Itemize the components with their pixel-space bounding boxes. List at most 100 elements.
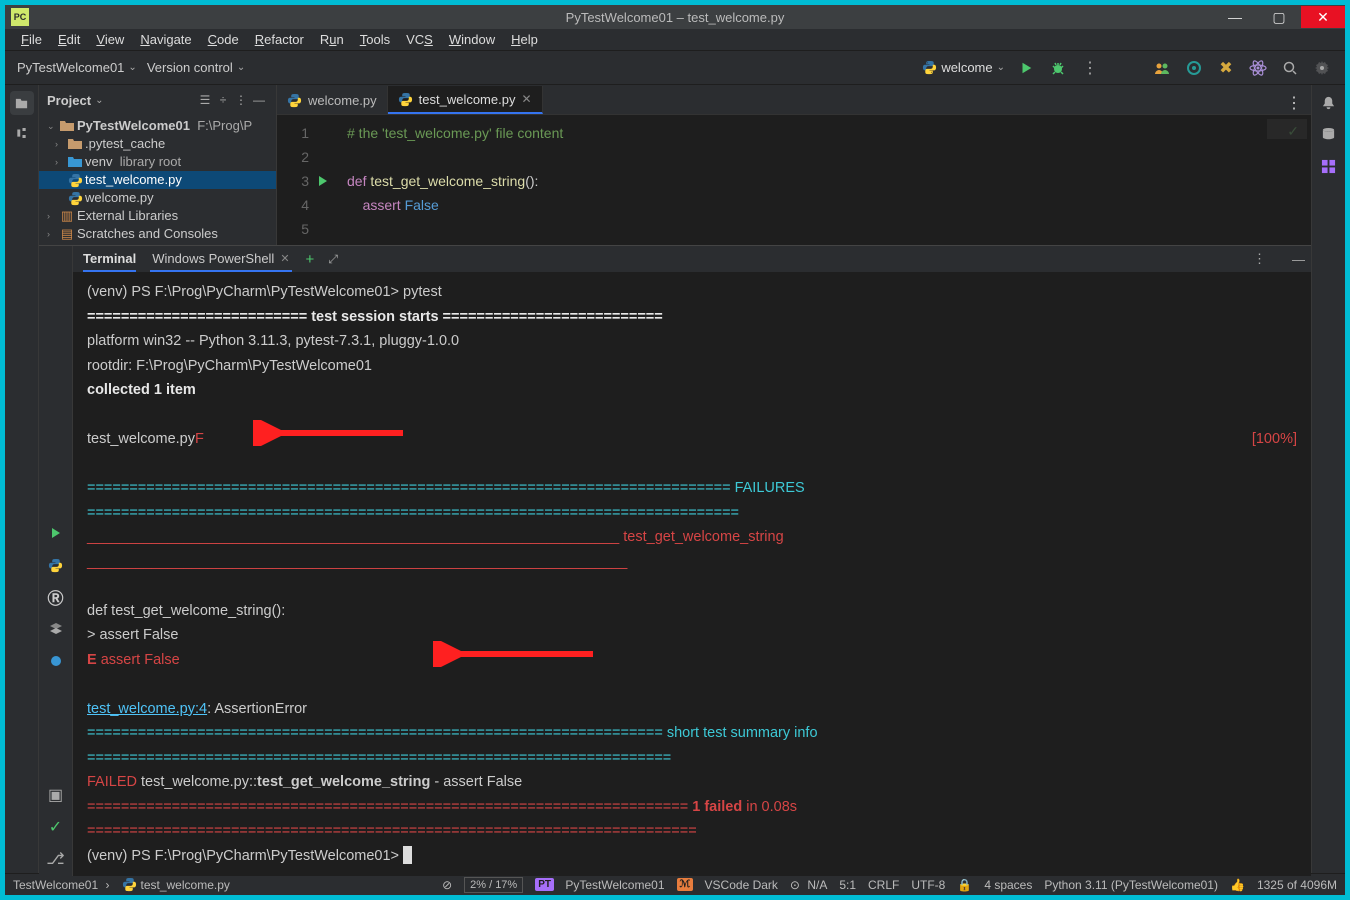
menu-vcs[interactable]: VCS bbox=[400, 30, 439, 49]
teal-circle-icon[interactable] bbox=[1183, 57, 1205, 79]
grid-icon[interactable] bbox=[1318, 155, 1340, 177]
status-indent[interactable]: 4 spaces bbox=[984, 878, 1032, 892]
vcs-dropdown[interactable]: Version control⌄ bbox=[147, 60, 245, 75]
maximize-button[interactable]: ▢ bbox=[1257, 6, 1301, 28]
menu-refactor[interactable]: Refactor bbox=[249, 30, 310, 49]
tree-root-label: PyTestWelcome01 bbox=[77, 118, 190, 133]
code-with-me-icon[interactable] bbox=[1151, 57, 1173, 79]
database-icon[interactable] bbox=[1318, 123, 1340, 145]
panel-options-icon[interactable]: ⋮ bbox=[232, 93, 250, 107]
layers-icon[interactable] bbox=[45, 618, 67, 640]
status-eol[interactable]: CRLF bbox=[868, 878, 899, 892]
folder-lib-icon bbox=[67, 156, 83, 168]
tree-item[interactable]: › .pytest_cache bbox=[39, 135, 276, 153]
run-button[interactable] bbox=[1015, 57, 1037, 79]
status-encoding[interactable]: UTF-8 bbox=[911, 878, 945, 892]
editor-tab-label: test_welcome.py bbox=[419, 92, 516, 107]
editor-tabs-more[interactable]: ⋮ bbox=[1283, 92, 1305, 114]
hide-terminal-icon[interactable]: — bbox=[1286, 252, 1311, 267]
tree-item-selected[interactable]: test_welcome.py bbox=[39, 171, 276, 189]
menu-help[interactable]: Help bbox=[505, 30, 544, 49]
tree-item-label: Scratches and Consoles bbox=[77, 225, 218, 243]
minimize-button[interactable]: ― bbox=[1213, 6, 1257, 28]
terminal-options-icon[interactable]: ⋮ bbox=[1247, 251, 1272, 267]
breadcrumb-project[interactable]: TestWelcome01 › bbox=[13, 878, 110, 892]
chevron-down-icon: ⌄ bbox=[128, 62, 136, 73]
run-config-dropdown[interactable]: welcome⌄ bbox=[922, 60, 1005, 75]
menu-window[interactable]: Window bbox=[443, 30, 501, 49]
menu-run[interactable]: Run bbox=[314, 30, 350, 49]
settings-icon[interactable] bbox=[1311, 57, 1333, 79]
chevron-down-icon: ⌄ bbox=[997, 62, 1005, 73]
run-gutter bbox=[317, 115, 339, 245]
tools-icon[interactable]: ✖ bbox=[1215, 57, 1237, 79]
python-console-icon[interactable] bbox=[45, 554, 67, 576]
tree-scratches[interactable]: › ▤ Scratches and Consoles bbox=[39, 225, 276, 243]
menu-tools[interactable]: Tools bbox=[354, 30, 396, 49]
menu-edit[interactable]: Edit bbox=[52, 30, 86, 49]
hide-panel-icon[interactable]: — bbox=[250, 93, 268, 107]
blue-circle-icon[interactable] bbox=[45, 650, 67, 672]
tree-item[interactable]: › venv library root bbox=[39, 153, 276, 171]
window-title: PyTestWelcome01 – test_welcome.py bbox=[566, 10, 785, 25]
chevron-down-icon[interactable]: ⌄ bbox=[95, 95, 103, 106]
chevron-right-icon: › bbox=[47, 225, 59, 243]
status-no-issues-icon[interactable]: ⊘ bbox=[442, 878, 452, 892]
project-tool-button[interactable] bbox=[10, 91, 34, 115]
status-thumb-icon[interactable]: 👍 bbox=[1230, 878, 1245, 892]
expand-all-icon[interactable]: ÷ bbox=[214, 93, 232, 107]
terminal-panel: Ⓡ ▣ ✓ ⎇ Terminal Windows PowerShell ✕ bbox=[39, 245, 1311, 876]
expand-terminal-icon[interactable]: ⤢ bbox=[328, 252, 338, 267]
status-na[interactable]: ⊙ N/A bbox=[790, 878, 827, 892]
more-button[interactable]: ⋮ bbox=[1079, 57, 1101, 79]
r-icon[interactable]: Ⓡ bbox=[45, 586, 67, 608]
breadcrumb-file[interactable]: test_welcome.py bbox=[122, 877, 230, 892]
tree-item-label: test_welcome.py bbox=[85, 171, 182, 189]
terminal-tab-title[interactable]: Terminal bbox=[83, 247, 136, 272]
tree-item[interactable]: welcome.py bbox=[39, 189, 276, 207]
python-file-icon bbox=[67, 173, 83, 188]
editor-tab[interactable]: welcome.py bbox=[277, 86, 388, 114]
structure-tool-button[interactable]: ⑆ bbox=[10, 121, 34, 145]
project-dropdown[interactable]: PyTestWelcome01⌄ bbox=[17, 60, 137, 75]
tree-root[interactable]: ⌄ PyTestWelcome01 F:\Prog\P bbox=[39, 117, 276, 135]
atom-icon[interactable] bbox=[1247, 57, 1269, 79]
select-opened-file-icon[interactable]: ☰ bbox=[196, 93, 214, 107]
editor-tab-active[interactable]: test_welcome.py ✕ bbox=[388, 86, 543, 114]
status-progress[interactable]: 2% / 17% bbox=[464, 877, 523, 893]
terminal-output[interactable]: (venv) PS F:\Prog\PyCharm\PyTestWelcome0… bbox=[73, 272, 1311, 876]
status-readonly-icon[interactable]: 🔒 bbox=[957, 878, 972, 892]
status-memory[interactable]: 1325 of 4096M bbox=[1257, 878, 1337, 892]
menu-view[interactable]: View bbox=[90, 30, 130, 49]
new-terminal-icon[interactable]: + bbox=[306, 251, 315, 268]
tree-external-libs[interactable]: › ▥ External Libraries bbox=[39, 207, 276, 225]
left-tool-strip: ⑆ bbox=[5, 85, 39, 873]
status-position[interactable]: 5:1 bbox=[839, 878, 856, 892]
close-button[interactable]: ✕ bbox=[1301, 6, 1345, 28]
chevron-right-icon: › bbox=[47, 207, 59, 225]
app-icon: PC bbox=[11, 8, 29, 26]
menu-code[interactable]: Code bbox=[202, 30, 245, 49]
notifications-icon[interactable] bbox=[1318, 91, 1340, 113]
terminal-icon[interactable]: ▣ bbox=[45, 784, 67, 806]
titlebar: PC PyTestWelcome01 – test_welcome.py ― ▢… bbox=[5, 5, 1345, 29]
close-shell-icon[interactable]: ✕ bbox=[280, 252, 289, 265]
run-tool-icon[interactable] bbox=[45, 522, 67, 544]
close-tab-icon[interactable]: ✕ bbox=[521, 92, 531, 106]
menu-navigate[interactable]: Navigate bbox=[134, 30, 197, 49]
status-project-badge[interactable]: PT PyTestWelcome01 bbox=[535, 878, 664, 892]
vcs-icon[interactable]: ⎇ bbox=[45, 848, 67, 870]
terminal-shell-tab[interactable]: Windows PowerShell ✕ bbox=[150, 247, 291, 272]
search-icon[interactable] bbox=[1279, 57, 1301, 79]
chevron-down-icon: ⌄ bbox=[47, 117, 59, 135]
menu-file[interactable]: File bbox=[15, 30, 48, 49]
run-gutter-icon[interactable] bbox=[317, 169, 339, 193]
status-interpreter[interactable]: Python 3.11 (PyTestWelcome01) bbox=[1044, 878, 1218, 892]
problems-check-icon[interactable]: ✓ bbox=[45, 816, 67, 838]
error-file-link[interactable]: test_welcome.py:4 bbox=[87, 701, 207, 717]
minimap[interactable] bbox=[1267, 119, 1307, 139]
debug-button[interactable] bbox=[1047, 57, 1069, 79]
code-content[interactable]: # the 'test_welcome.py' file content def… bbox=[339, 115, 1311, 245]
folder-icon bbox=[59, 120, 75, 132]
status-theme[interactable]: ℳ VSCode Dark bbox=[677, 878, 778, 892]
